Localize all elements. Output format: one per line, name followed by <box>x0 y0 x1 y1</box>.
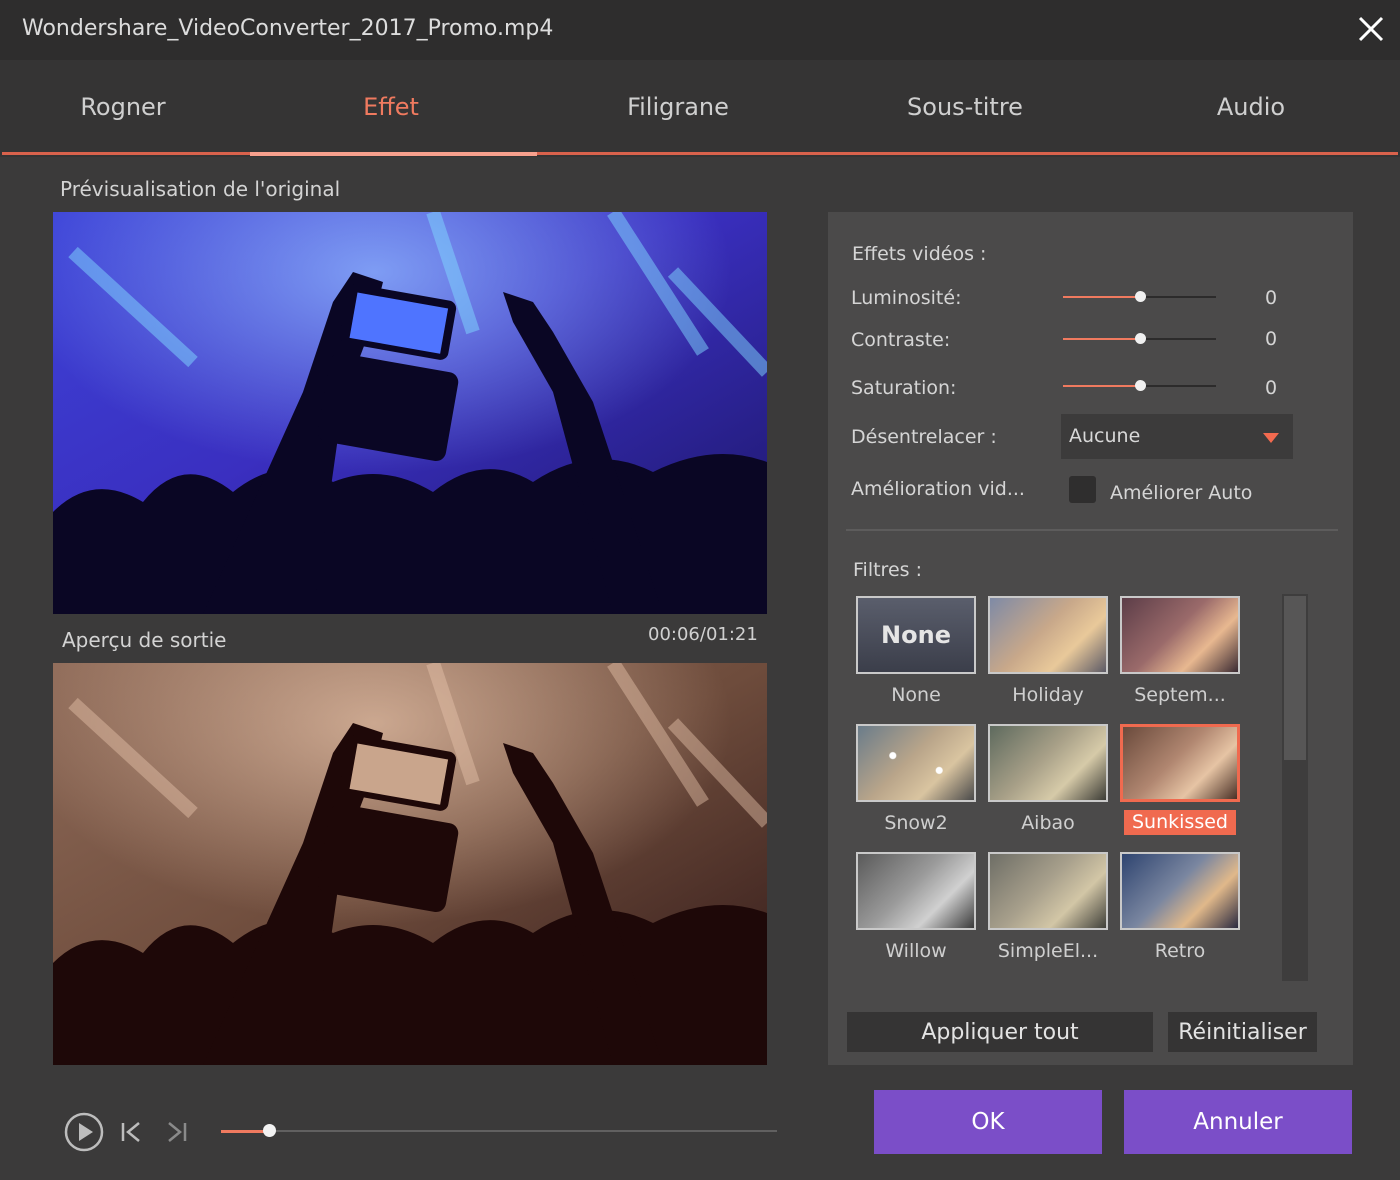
output-video-preview <box>53 663 767 1065</box>
play-button[interactable] <box>64 1112 104 1156</box>
window-title: Wondershare_VideoConverter_2017_Promo.mp… <box>22 16 554 41</box>
filters-scrollbar[interactable] <box>1282 594 1308 981</box>
original-video-preview <box>53 212 767 614</box>
filter-simpleelegant[interactable]: SimpleEl... <box>988 852 1108 962</box>
filter-name: Retro <box>1154 940 1206 962</box>
skip-back-icon <box>121 1122 140 1142</box>
filter-name: SimpleEl... <box>997 940 1099 962</box>
filters-heading: Filtres : <box>853 559 922 581</box>
filter-thumbnail <box>1120 852 1240 930</box>
filter-name: Aibao <box>1021 812 1075 834</box>
filter-name: Willow <box>885 940 947 962</box>
filter-thumbnail <box>856 724 976 802</box>
filter-aibao[interactable]: Aibao <box>988 724 1108 834</box>
filter-holiday[interactable]: Holiday <box>988 596 1108 706</box>
filter-retro[interactable]: Retro <box>1120 852 1240 962</box>
brightness-value: 0 <box>1265 287 1278 309</box>
output-preview-label: Aperçu de sortie <box>62 628 227 652</box>
filter-name: Snow2 <box>884 812 948 834</box>
tab-underline <box>2 152 1398 155</box>
contrast-value: 0 <box>1265 328 1278 350</box>
active-tab-indicator <box>250 152 537 156</box>
tab-rogner[interactable]: Rogner <box>0 60 266 154</box>
timeline-handle[interactable] <box>263 1124 277 1137</box>
brightness-slider-fill <box>1063 296 1140 298</box>
filter-thumbnail: None <box>856 596 976 674</box>
close-button[interactable] <box>1356 14 1386 44</box>
tab-filigrane[interactable]: Filigrane <box>535 60 821 154</box>
brightness-label: Luminosité: <box>851 287 962 309</box>
brightness-slider[interactable] <box>1063 291 1216 302</box>
dropdown-arrow-icon <box>1263 433 1279 443</box>
filter-none[interactable]: None None <box>856 596 976 706</box>
tab-bar: Rogner Effet Filigrane Sous-titre Audio <box>0 60 1400 157</box>
skip-forward-icon <box>168 1122 187 1142</box>
filter-thumbnail <box>988 596 1108 674</box>
effects-panel: Effets vidéos : Luminosité: 0 Contraste:… <box>828 212 1353 1065</box>
saturation-label: Saturation: <box>851 377 957 399</box>
filter-snow2[interactable]: Snow2 <box>856 724 976 834</box>
close-icon <box>1358 16 1384 42</box>
filter-name: None <box>891 684 941 706</box>
apply-all-button[interactable]: Appliquer tout <box>847 1012 1153 1052</box>
filter-thumbnail <box>988 724 1108 802</box>
timeline-progress <box>221 1130 270 1133</box>
title-bar: Wondershare_VideoConverter_2017_Promo.mp… <box>0 0 1400 60</box>
filter-name: Holiday <box>1012 684 1084 706</box>
deinterlace-label: Désentrelacer : <box>851 426 997 448</box>
deinterlace-value: Aucune <box>1069 425 1141 447</box>
tab-sous-titre[interactable]: Sous-titre <box>822 60 1108 154</box>
tab-audio[interactable]: Audio <box>1108 60 1394 154</box>
ok-button[interactable]: OK <box>874 1090 1102 1154</box>
contrast-label: Contraste: <box>851 329 951 351</box>
filter-name: Sunkissed <box>1124 810 1236 835</box>
contrast-slider-handle[interactable] <box>1134 333 1146 344</box>
filter-thumbnail <box>1120 724 1240 802</box>
timeline-slider[interactable] <box>221 1124 777 1137</box>
tab-effet[interactable]: Effet <box>248 60 534 154</box>
filter-name: Septem... <box>1134 684 1226 706</box>
saturation-slider-handle[interactable] <box>1134 380 1146 391</box>
auto-enhance-label[interactable]: Améliorer Auto <box>1110 482 1252 504</box>
filters-scroll-thumb[interactable] <box>1284 596 1306 760</box>
effects-heading: Effets vidéos : <box>852 243 987 265</box>
saturation-value: 0 <box>1265 377 1278 399</box>
reset-button[interactable]: Réinitialiser <box>1168 1012 1317 1052</box>
contrast-slider-fill <box>1063 338 1140 340</box>
cancel-button[interactable]: Annuler <box>1124 1090 1352 1154</box>
skip-back-button[interactable] <box>120 1121 142 1147</box>
deinterlace-select[interactable]: Aucune <box>1061 414 1293 459</box>
filter-september[interactable]: Septem... <box>1120 596 1240 706</box>
panel-divider <box>846 529 1338 531</box>
skip-forward-button[interactable] <box>166 1121 188 1147</box>
filter-willow[interactable]: Willow <box>856 852 976 962</box>
filter-thumbnail <box>988 852 1108 930</box>
contrast-slider[interactable] <box>1063 333 1216 344</box>
play-icon <box>64 1112 104 1152</box>
timecode: 00:06/01:21 <box>648 624 758 645</box>
filter-thumbnail <box>1120 596 1240 674</box>
auto-enhance-checkbox[interactable] <box>1069 476 1096 503</box>
saturation-slider-fill <box>1063 385 1140 387</box>
filter-sunkissed[interactable]: Sunkissed <box>1120 724 1240 835</box>
brightness-slider-handle[interactable] <box>1134 291 1146 302</box>
filter-thumbnail <box>856 852 976 930</box>
enhancement-label: Amélioration vid... <box>851 478 1025 500</box>
saturation-slider[interactable] <box>1063 380 1216 391</box>
original-preview-label: Prévisualisation de l'original <box>60 177 341 201</box>
none-thumb-text: None <box>881 621 951 649</box>
